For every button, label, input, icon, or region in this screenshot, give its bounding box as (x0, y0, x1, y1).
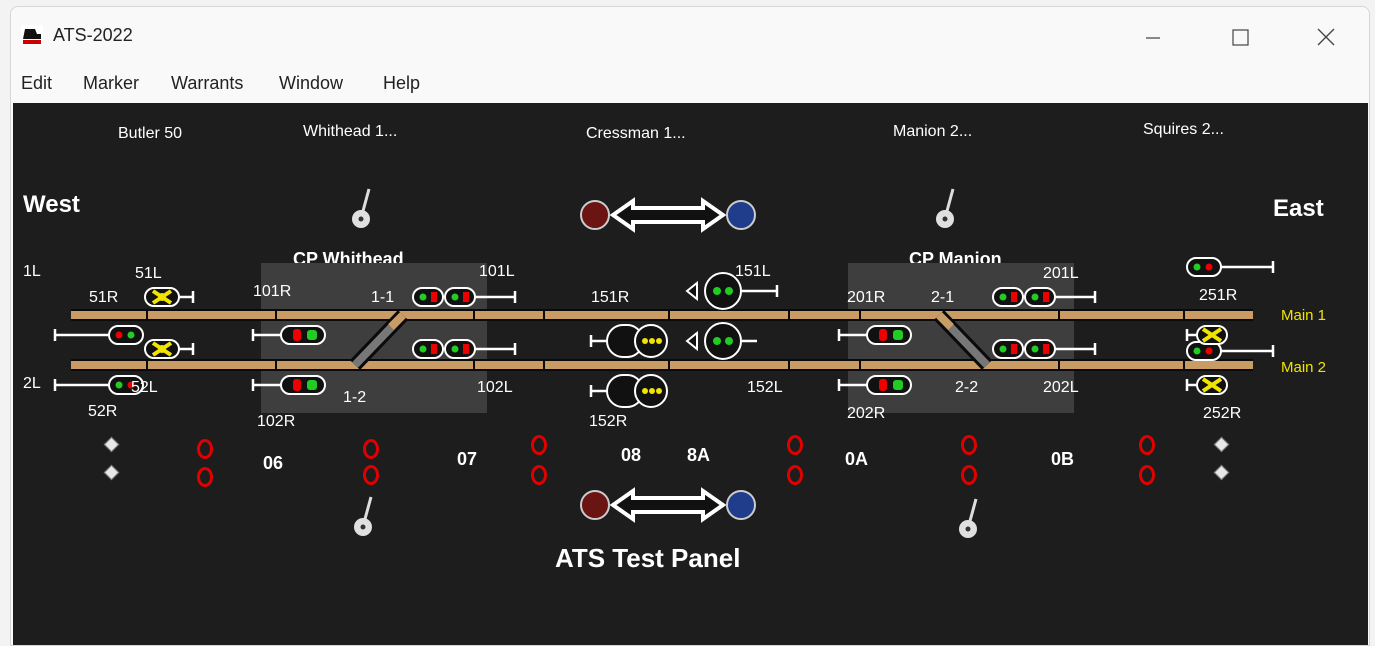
indicator-lamp-icon (197, 439, 213, 459)
signal-icon[interactable] (1185, 255, 1281, 279)
block-label: 07 (457, 449, 478, 469)
signal-label: 51R (89, 289, 119, 306)
title-bar: ATS-2022 (11, 7, 1369, 63)
signal-label: 101L (479, 263, 515, 280)
block-label: 08 (621, 445, 642, 465)
indicator-lamp-icon (103, 436, 120, 453)
signal-label: 152R (589, 413, 628, 430)
signal-icon[interactable] (1185, 373, 1235, 397)
menu-marker[interactable]: Marker (83, 73, 139, 94)
track-label-main-1: Main 1 (1281, 307, 1327, 324)
signal-label: 151R (591, 289, 630, 306)
signal-label: 1L (23, 263, 41, 280)
signal-label: 2-2 (955, 379, 979, 396)
track-label-main-2: Main 2 (1281, 359, 1327, 376)
indicator-lamp-icon (1139, 435, 1155, 455)
menu-window[interactable]: Window (279, 73, 343, 94)
maximize-button[interactable] (1220, 21, 1260, 53)
block-label: 0B (1051, 449, 1075, 469)
direction-arrow-icon[interactable] (579, 195, 759, 235)
signal-label: 2-1 (931, 289, 955, 306)
signal-label: 52L (131, 379, 158, 396)
signal-label: 51L (135, 265, 162, 282)
station-manion: Manion 2... (893, 123, 973, 140)
station-squires: Squires 2... (1143, 121, 1224, 138)
indicator-lamp-icon (787, 465, 803, 485)
minimize-button[interactable] (1133, 21, 1173, 53)
signal-icon[interactable] (991, 337, 1101, 361)
station-butler: Butler 50 (118, 125, 183, 142)
window-title: ATS-2022 (53, 25, 133, 45)
app-window: ATS-2022 Edit Marker Warrants Window Hel… (10, 6, 1370, 646)
signal-label: 152L (747, 379, 783, 396)
signal-label: 201L (1043, 265, 1079, 282)
signal-icon[interactable] (1185, 323, 1235, 347)
indicator-lamp-icon (1213, 464, 1230, 481)
east-label: East (1273, 195, 1324, 222)
control-panel: Butler 50 Whithead 1... Cressman 1... Ma… (13, 103, 1368, 645)
menu-help[interactable]: Help (383, 73, 420, 94)
lever-icon[interactable] (351, 185, 375, 233)
block-label: 0A (845, 449, 869, 469)
indicator-lamp-icon (1213, 436, 1230, 453)
menu-warrants[interactable]: Warrants (171, 73, 243, 94)
signal-icon[interactable] (53, 323, 149, 347)
direction-arrow-icon[interactable] (579, 485, 759, 525)
crossover-1[interactable] (343, 310, 413, 371)
lever-icon[interactable] (353, 493, 377, 541)
signal-icon[interactable] (589, 371, 669, 411)
maximize-icon (1232, 29, 1249, 46)
signal-icon[interactable] (837, 323, 917, 347)
signal-label: 102R (257, 413, 296, 430)
menu-bar: Edit Marker Warrants Window Help (11, 73, 1369, 99)
signal-label: 202R (847, 405, 886, 422)
close-button[interactable] (1306, 21, 1346, 53)
track-main-1[interactable] (71, 309, 1253, 321)
signal-label: 2L (23, 375, 41, 392)
signal-label: 202L (1043, 379, 1079, 396)
signal-label: 102L (477, 379, 513, 396)
indicator-lamp-icon (363, 465, 379, 485)
indicator-lamp-icon (197, 467, 213, 487)
signal-icon[interactable] (683, 321, 763, 361)
indicator-lamp-icon (1139, 465, 1155, 485)
indicator-lamp-icon (531, 435, 547, 455)
station-whithead: Whithead 1... (303, 123, 398, 140)
signal-icon[interactable] (411, 285, 521, 309)
lever-icon[interactable] (935, 185, 959, 233)
close-icon (1317, 28, 1335, 46)
signal-icon[interactable] (251, 373, 331, 397)
indicator-lamp-icon (363, 439, 379, 459)
block-label: 8A (687, 445, 711, 465)
app-icon (21, 25, 43, 45)
block-label: 06 (263, 453, 284, 473)
signal-label: 52R (88, 403, 118, 420)
signal-label: 151L (735, 263, 771, 280)
station-cressman: Cressman 1... (586, 125, 686, 142)
minimize-icon (1146, 37, 1160, 39)
signal-label: 101R (253, 283, 292, 300)
signal-label: 201R (847, 289, 886, 306)
signal-icon[interactable] (143, 337, 203, 361)
indicator-lamp-icon (787, 435, 803, 455)
signal-icon[interactable] (143, 285, 203, 309)
indicator-lamp-icon (961, 435, 977, 455)
signal-icon[interactable] (411, 337, 521, 361)
signal-label: 1-2 (343, 389, 367, 406)
indicator-lamp-icon (961, 465, 977, 485)
signal-label: 251R (1199, 287, 1238, 304)
indicator-lamp-icon (103, 464, 120, 481)
west-label: West (23, 191, 80, 218)
menu-edit[interactable]: Edit (21, 73, 52, 94)
signal-icon[interactable] (991, 285, 1101, 309)
lever-icon[interactable] (958, 495, 982, 543)
signal-icon[interactable] (837, 373, 917, 397)
signal-label: 1-1 (371, 289, 395, 306)
panel-title: ATS Test Panel (555, 543, 741, 573)
signal-icon[interactable] (251, 323, 331, 347)
signal-label: 252R (1203, 405, 1242, 422)
indicator-lamp-icon (531, 465, 547, 485)
signal-icon[interactable] (589, 321, 669, 361)
